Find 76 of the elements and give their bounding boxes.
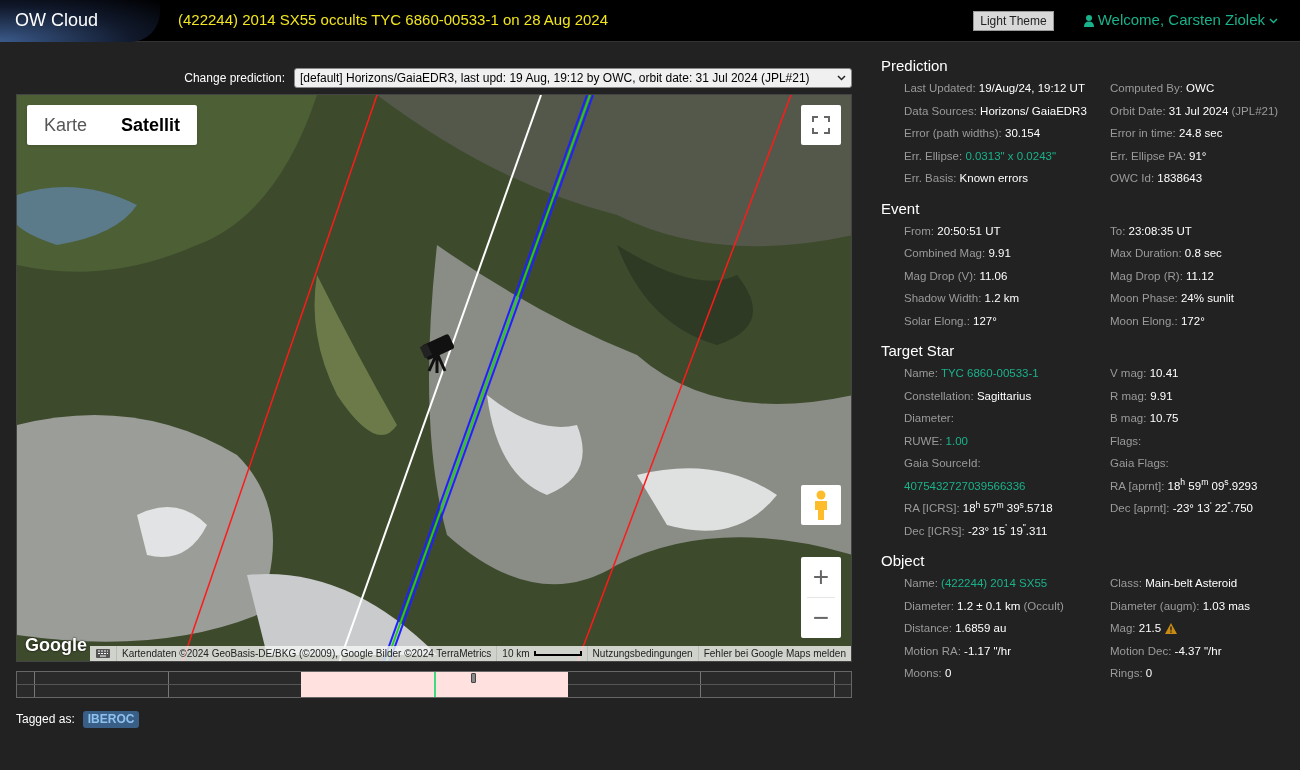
field-text: Moon Elong.: 172° [1110,313,1206,329]
field-text: Diameter (augm): 1.03 mas [1110,598,1251,614]
user-icon [1083,14,1094,27]
field-text: Error (path widths): 30.154 [904,126,1042,141]
field-text: Err. Ellipse PA: 91° [1110,148,1208,164]
field-text[interactable]: Gaia SourceId: 4075432727039566336 [904,452,1110,497]
field-text: Diameter: [904,411,955,426]
field-text: Class: Main-belt Asteroid [1110,576,1239,591]
field-text: RA [ICRS]: 18$^{h}$ 57$^{m}$ 39$^{s}$.5718 [904,498,1054,516]
section-title: Prediction [881,56,949,76]
page-title: (422244) 2014 SX55 occults TYC 6860-00533-1 on 28 Aug 2024 [178,10,610,31]
zoom-in-button[interactable]: + [801,557,841,597]
field-text: Computed By: OWC [1110,81,1216,96]
field-text: Orbit Date: 31 Jul 2024 (JPL#21) [1110,103,1280,119]
timeline-track[interactable] [16,671,852,698]
map-link[interactable]: Nutzungsbedingungen [586,646,698,661]
chevron-icon [1269,17,1278,24]
field-text: Mag: 21.5 [1110,621,1162,636]
keyboard-icon[interactable] [96,649,111,658]
fullscreen-button[interactable] [801,105,841,145]
field-text: OWC Id: 1838643 [1110,171,1204,186]
field-text: Constellation: Sagittarius [904,388,1033,404]
map-link[interactable]: Fehler bei Google Maps melden [697,646,851,661]
field-text: B mag: 10.75 [1110,411,1180,426]
field-text: V mag: 10.41 [1110,366,1180,381]
field-text: Data Sources: Horizons/ GaiaEDR3 [904,103,1088,119]
tags-label: Tagged as: [16,711,75,728]
field-text: Err. Basis: Known errors [904,171,1029,186]
timeline-marker [434,672,436,697]
chevron-icon [837,75,846,81]
field-text[interactable]: Name: TYC 6860-00533-1 [904,362,1110,385]
field-text: Solar Elong.: 127° [904,313,998,329]
field-text[interactable]: RUWE: 1.00 [904,429,1110,452]
select-label: Change prediction: [184,70,285,87]
telescope-icon [419,333,455,375]
field-text: To: 23:08:35 UT [1110,223,1193,239]
field-text: Motion Dec: -4.37 "/hr [1110,643,1223,659]
field-text: Last Updated: 19/Aug/24, 19:12 UT [904,81,1086,96]
field-text: Flags: [1110,433,1143,449]
field-text: Gaia Flags: [1110,456,1170,471]
section-title: Target Star [881,341,956,361]
field-text: RA [aprnt]: 18$^{h}$ 59$^{m}$ 09$^{s}$.9293 [1110,476,1259,494]
scale-bar: 10 km [496,646,587,661]
field-text: Max Duration: 0.8 sec [1110,246,1223,261]
google-logo: Google [25,634,87,657]
timeline-handle[interactable] [470,673,476,683]
field-text: Diameter: 1.2 ± 0.1 km (Occult) [904,598,1065,614]
map-attribution: Kartendaten ©2024 GeoBasis-DE/BKG (©2009), Google Bilder ©2024 TerraMetrics [116,646,497,661]
zoom-out-button[interactable]: − [801,598,841,638]
app-logo[interactable]: OW Cloud [0,0,160,42]
theme-button[interactable]: Light Theme [973,10,1054,31]
field-text: Moons: 0 [904,666,953,681]
field-text: Rings: 0 [1110,666,1154,681]
prediction-select[interactable]: [default] Horizons/GaiaEDR3, last upd: 19 Aug, 19:12 by OWC, orbit date: 31 Jul 2024 (JPL#21) [294,68,852,88]
field-text: Motion RA: -1.17 "/hr [904,643,1012,659]
field-text: Combined Mag: 9.91 [904,246,1012,261]
map-type-tab[interactable]: Karte [27,105,105,145]
section-title: Object [881,551,926,571]
field-text: From: 20:50:51 UT [904,223,1002,239]
map-type-tab[interactable]: Satellit [104,105,198,145]
field-text: Mag Drop (V): 11.06 [904,268,1009,284]
field-text[interactable]: Name: (422244) 2014 SX55 [904,572,1110,595]
person-icon [813,490,829,520]
field-text: Mag Drop (R): 11.12 [1110,268,1215,284]
field-text: R mag: 9.91 [1110,388,1174,404]
field-text: Dec [ICRS]: -23° 15$^{'}$ 19$^{"}$.311 [904,521,1049,539]
field-text: Shadow Width: 1.2 km [904,291,1021,306]
user-menu[interactable]: Welcome, Carsten Ziolek [1083,9,1278,32]
field-text: Distance: 1.6859 au [904,621,1008,636]
fullscreen-icon [812,116,830,134]
section-title: Event [881,198,921,219]
field-text: Error in time: 24.8 sec [1110,126,1224,141]
field-text[interactable]: Err. Ellipse: 0.0313" x 0.0243" [904,144,1110,167]
field-text: Dec [aprnt]: -23° 13$^{'}$ 22$^{"}$.750 [1110,498,1254,516]
scale-bar-line [533,651,582,656]
field-text: Moon Phase: 24% sunlit [1110,291,1236,306]
